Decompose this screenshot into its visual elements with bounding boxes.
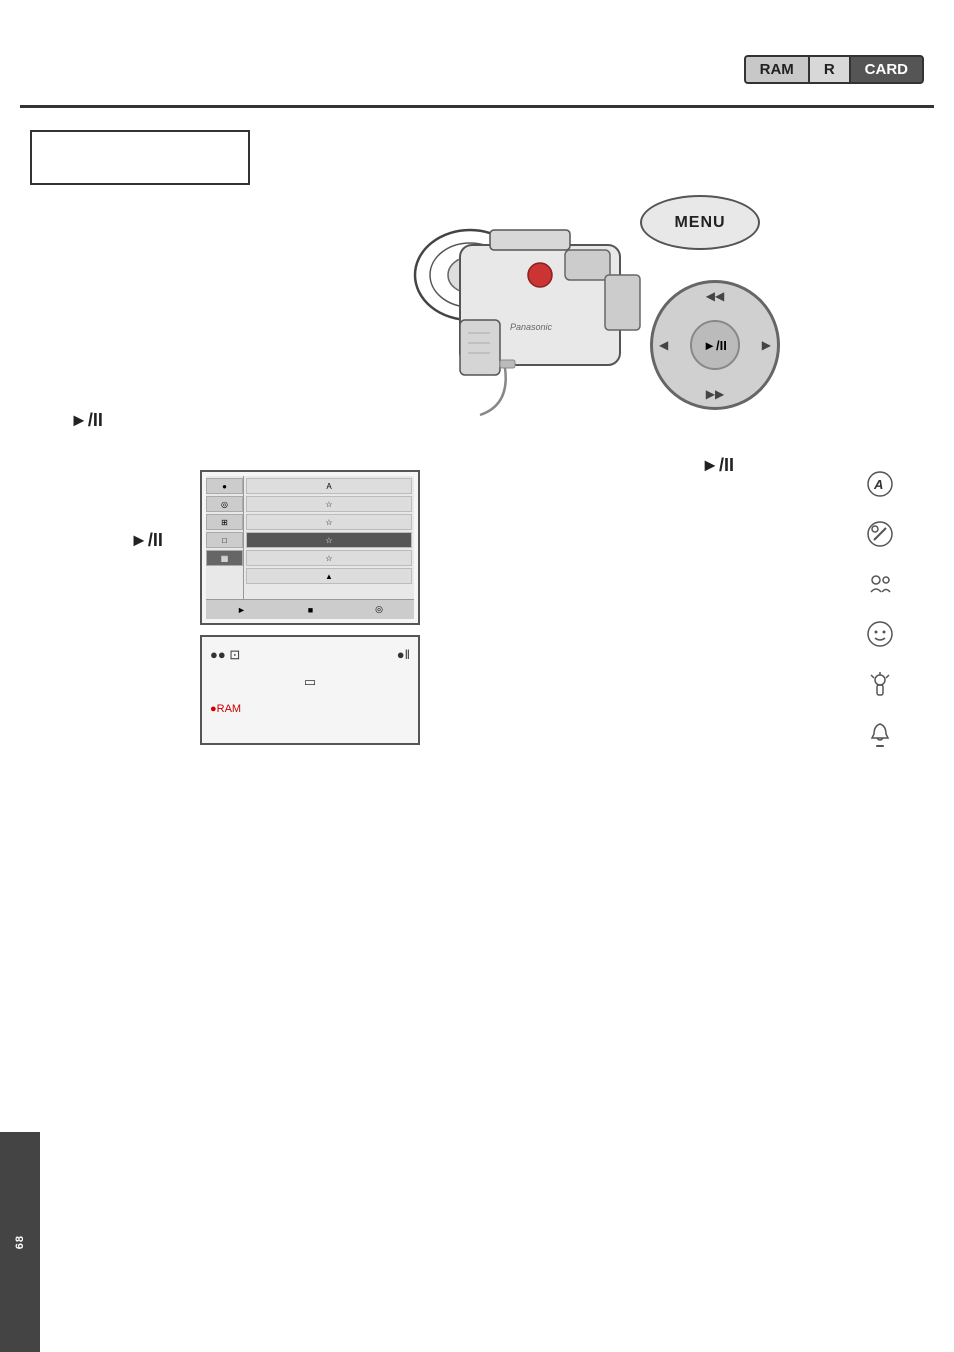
play-pause-label-2: ►/II <box>130 530 163 551</box>
icon-item-torch <box>866 670 894 698</box>
badge-ram: RAM <box>744 55 808 84</box>
icon-item-people <box>866 570 894 598</box>
screen-menu-display: ● ◎ ⊞ □ ▦ A ☆ ☆ ☆ ☆ ▲ ► ■ ◎ <box>200 470 420 625</box>
menu-option-3: ☆ <box>246 514 412 530</box>
icon-item-face <box>866 620 894 648</box>
camera-body-svg: Panasonic <box>390 185 650 445</box>
screen-stop-icon: ■ <box>308 605 313 615</box>
badge-r: R <box>808 55 849 84</box>
menu-item-copy: ▦ <box>206 550 243 566</box>
info-dots-icon: ●● ⊡ <box>210 645 240 666</box>
badge-card: CARD <box>849 55 924 84</box>
screen-bottom-controls: ► ■ ◎ <box>206 599 414 619</box>
nav-arrow-left-icon: ◀ <box>659 338 668 352</box>
menu-right-column: A ☆ ☆ ☆ ☆ ▲ <box>244 476 414 619</box>
people-icon <box>866 570 894 598</box>
menu-option-6: ▲ <box>246 568 412 584</box>
menu-option-2: ☆ <box>246 496 412 512</box>
info-status-display: ●● ⊡ ●‖ ▭ ●RAM <box>200 635 420 745</box>
navigation-disc[interactable]: ◀◀ ▶▶ ◀ ▶ ►/II <box>650 280 780 410</box>
screen-circle-icon: ◎ <box>375 604 383 615</box>
menu-option-5: ☆ <box>246 550 412 566</box>
menu-button-label: MENU <box>674 214 725 232</box>
torch-icon <box>866 670 894 698</box>
menu-option-4-active: ☆ <box>246 532 412 548</box>
info-record-pause-icon: ●‖ <box>397 645 410 666</box>
svg-text:Panasonic: Panasonic <box>510 322 553 332</box>
screen-inner: ● ◎ ⊞ □ ▦ A ☆ ☆ ☆ ☆ ▲ ► ■ ◎ <box>206 476 414 619</box>
menu-item-camera: ● <box>206 478 243 494</box>
play-pause-symbol: ►/II <box>703 338 727 353</box>
play-pause-label-1: ►/II <box>70 410 103 431</box>
info-battery-icon: ▭ <box>304 672 316 693</box>
section-label-box <box>30 130 250 185</box>
nav-arrow-right-icon: ▶ <box>762 338 771 352</box>
right-icons-column: A <box>866 470 894 748</box>
icon-item-bell <box>866 720 894 748</box>
screen-play-icon: ► <box>237 605 246 615</box>
icon-item-auto: A <box>866 470 894 498</box>
menu-button[interactable]: MENU <box>640 195 760 250</box>
menu-option-a: A <box>246 478 412 494</box>
auto-icon: A <box>866 470 894 498</box>
nav-center-play-pause[interactable]: ►/II <box>690 320 740 370</box>
info-box-content: ●● ⊡ ●‖ ▭ ●RAM <box>210 645 410 718</box>
nav-arrow-up-icon: ◀◀ <box>706 289 724 303</box>
info-ram-label: ●RAM <box>210 703 241 715</box>
page-number: 68 <box>14 1235 26 1249</box>
scene-icon <box>866 520 894 548</box>
menu-item-playback: ◎ <box>206 496 243 512</box>
menu-left-column: ● ◎ ⊞ □ ▦ <box>206 476 244 619</box>
nav-arrow-down-icon: ▶▶ <box>706 387 724 401</box>
mode-badges: RAM R CARD <box>744 55 924 84</box>
face-icon <box>866 620 894 648</box>
svg-text:A: A <box>873 477 883 492</box>
icon-item-scene <box>866 520 894 548</box>
top-divider-thick <box>20 105 934 108</box>
play-pause-label-3: ►/II <box>701 455 734 476</box>
bell-icon <box>866 720 894 748</box>
camera-illustration: Panasonic MENU ◀◀ ▶▶ ◀ ▶ ►/II <box>390 185 780 495</box>
menu-item-disc: □ <box>206 532 243 548</box>
bottom-sidebar: 68 <box>0 1132 40 1352</box>
menu-item-edit: ⊞ <box>206 514 243 530</box>
